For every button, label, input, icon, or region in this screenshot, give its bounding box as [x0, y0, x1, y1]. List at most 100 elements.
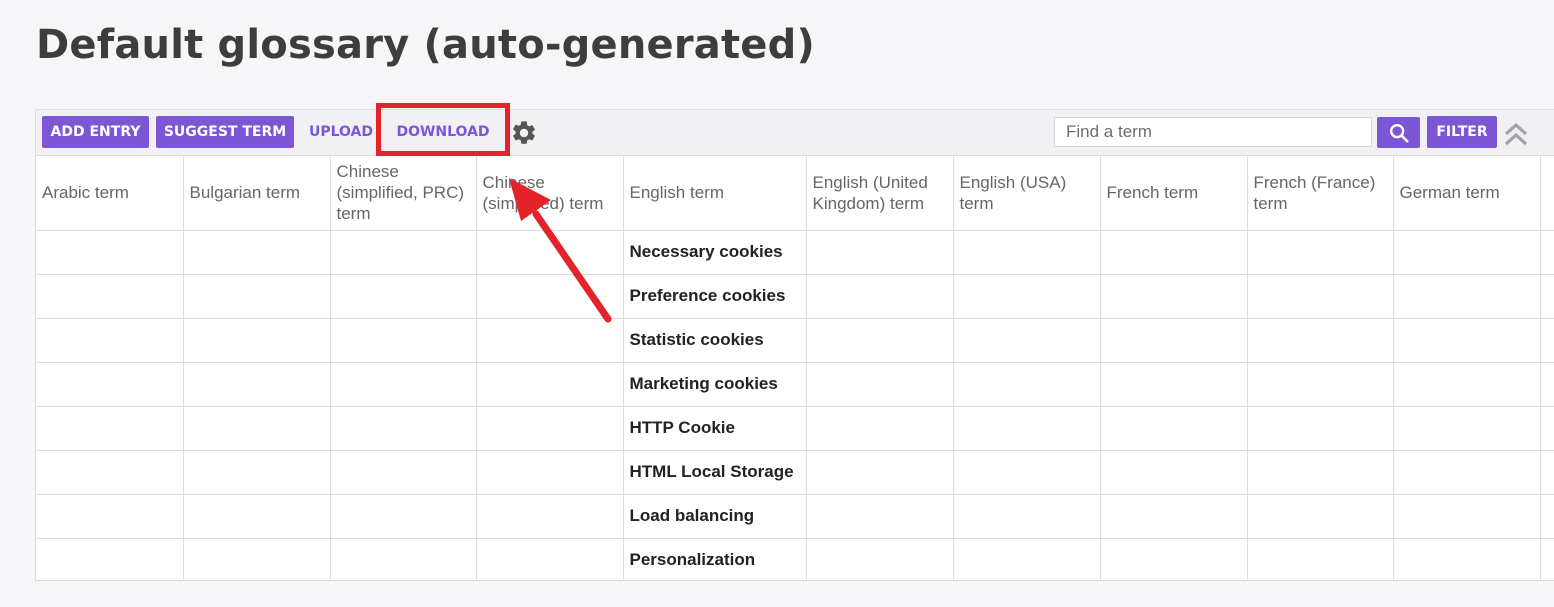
term-cell[interactable]: [1100, 318, 1248, 363]
term-cell[interactable]: [1247, 406, 1394, 451]
term-cell[interactable]: [1393, 274, 1541, 319]
english-term-cell[interactable]: Preference cookies: [623, 274, 807, 319]
term-cell[interactable]: [953, 538, 1101, 580]
term-cell[interactable]: [36, 406, 184, 451]
term-cell[interactable]: [953, 318, 1101, 363]
term-cell[interactable]: [1393, 494, 1541, 539]
term-cell[interactable]: [1247, 318, 1394, 363]
download-button[interactable]: DOWNLOAD: [390, 116, 496, 148]
term-cell[interactable]: [1247, 230, 1394, 275]
term-cell[interactable]: [953, 230, 1101, 275]
table-row[interactable]: HTTP Cookie: [36, 406, 1554, 451]
term-cell[interactable]: [36, 538, 184, 580]
column-header[interactable]: English (United Kingdom) term: [806, 156, 954, 231]
term-cell[interactable]: [476, 406, 624, 451]
column-header[interactable]: French term: [1100, 156, 1248, 231]
term-cell[interactable]: [36, 230, 184, 275]
term-cell[interactable]: [953, 274, 1101, 319]
column-header[interactable]: German term: [1393, 156, 1541, 231]
term-cell[interactable]: [330, 538, 477, 580]
term-cell[interactable]: [1540, 274, 1554, 319]
column-header[interactable]: Arabic term: [36, 156, 184, 231]
term-cell[interactable]: [806, 494, 954, 539]
term-cell[interactable]: [476, 450, 624, 495]
term-cell[interactable]: [1100, 274, 1248, 319]
search-button[interactable]: [1377, 117, 1420, 148]
term-cell[interactable]: [953, 450, 1101, 495]
term-cell[interactable]: [1100, 538, 1248, 580]
add-entry-button[interactable]: ADD ENTRY: [42, 116, 149, 148]
suggest-term-button[interactable]: SUGGEST TERM: [156, 116, 294, 148]
term-cell[interactable]: [1540, 318, 1554, 363]
term-cell[interactable]: [1540, 362, 1554, 407]
term-cell[interactable]: [183, 406, 331, 451]
term-cell[interactable]: [476, 538, 624, 580]
english-term-cell[interactable]: HTTP Cookie: [623, 406, 807, 451]
gear-icon[interactable]: [510, 119, 538, 147]
term-cell[interactable]: [806, 450, 954, 495]
term-cell[interactable]: [1247, 362, 1394, 407]
english-term-cell[interactable]: Load balancing: [623, 494, 807, 539]
term-cell[interactable]: [1100, 362, 1248, 407]
english-term-cell[interactable]: Marketing cookies: [623, 362, 807, 407]
term-cell[interactable]: [1100, 230, 1248, 275]
term-cell[interactable]: [1393, 538, 1541, 580]
english-term-cell[interactable]: Personalization: [623, 538, 807, 580]
english-term-cell[interactable]: Necessary cookies: [623, 230, 807, 275]
term-cell[interactable]: [330, 450, 477, 495]
term-cell[interactable]: [1247, 274, 1394, 319]
term-cell[interactable]: [36, 450, 184, 495]
table-row[interactable]: Personalization: [36, 538, 1554, 580]
term-cell[interactable]: [953, 406, 1101, 451]
column-header[interactable]: English term: [623, 156, 807, 231]
term-cell[interactable]: [1100, 494, 1248, 539]
term-cell[interactable]: [36, 318, 184, 363]
table-row[interactable]: Load balancing: [36, 494, 1554, 539]
term-cell[interactable]: [1540, 538, 1554, 580]
term-cell[interactable]: [183, 450, 331, 495]
double-chevron-up-icon[interactable]: [1502, 121, 1530, 147]
term-cell[interactable]: [806, 274, 954, 319]
table-row[interactable]: Statistic cookies: [36, 318, 1554, 363]
column-header[interactable]: English (USA) term: [953, 156, 1101, 231]
term-cell[interactable]: [330, 274, 477, 319]
term-cell[interactable]: [1540, 230, 1554, 275]
term-cell[interactable]: [1247, 538, 1394, 580]
term-cell[interactable]: [806, 362, 954, 407]
english-term-cell[interactable]: HTML Local Storage: [623, 450, 807, 495]
term-cell[interactable]: [476, 494, 624, 539]
term-cell[interactable]: [1540, 494, 1554, 539]
term-cell[interactable]: [183, 538, 331, 580]
table-row[interactable]: Preference cookies: [36, 274, 1554, 319]
term-cell[interactable]: [476, 362, 624, 407]
term-cell[interactable]: [476, 230, 624, 275]
term-cell[interactable]: [1393, 230, 1541, 275]
term-cell[interactable]: [36, 274, 184, 319]
table-row[interactable]: Necessary cookies: [36, 230, 1554, 275]
term-cell[interactable]: [36, 362, 184, 407]
term-cell[interactable]: [806, 538, 954, 580]
column-header[interactable]: Bulgarian term: [183, 156, 331, 231]
term-cell[interactable]: [330, 362, 477, 407]
english-term-cell[interactable]: Statistic cookies: [623, 318, 807, 363]
term-cell[interactable]: [36, 494, 184, 539]
term-cell[interactable]: [183, 230, 331, 275]
term-cell[interactable]: [330, 494, 477, 539]
column-header[interactable]: Chinese (simplified, PRC) term: [330, 156, 477, 231]
term-cell[interactable]: [183, 274, 331, 319]
term-cell[interactable]: [183, 318, 331, 363]
upload-button[interactable]: UPLOAD: [304, 116, 378, 148]
term-cell[interactable]: [476, 318, 624, 363]
term-cell[interactable]: [1540, 450, 1554, 495]
term-cell[interactable]: [953, 494, 1101, 539]
column-header[interactable]: French (France) term: [1247, 156, 1394, 231]
table-row[interactable]: HTML Local Storage: [36, 450, 1554, 495]
term-cell[interactable]: [1247, 494, 1394, 539]
term-cell[interactable]: [806, 230, 954, 275]
term-cell[interactable]: [1393, 450, 1541, 495]
term-cell[interactable]: [1100, 406, 1248, 451]
term-cell[interactable]: [183, 494, 331, 539]
term-cell[interactable]: [183, 362, 331, 407]
term-cell[interactable]: [1100, 450, 1248, 495]
search-input[interactable]: [1054, 117, 1372, 147]
